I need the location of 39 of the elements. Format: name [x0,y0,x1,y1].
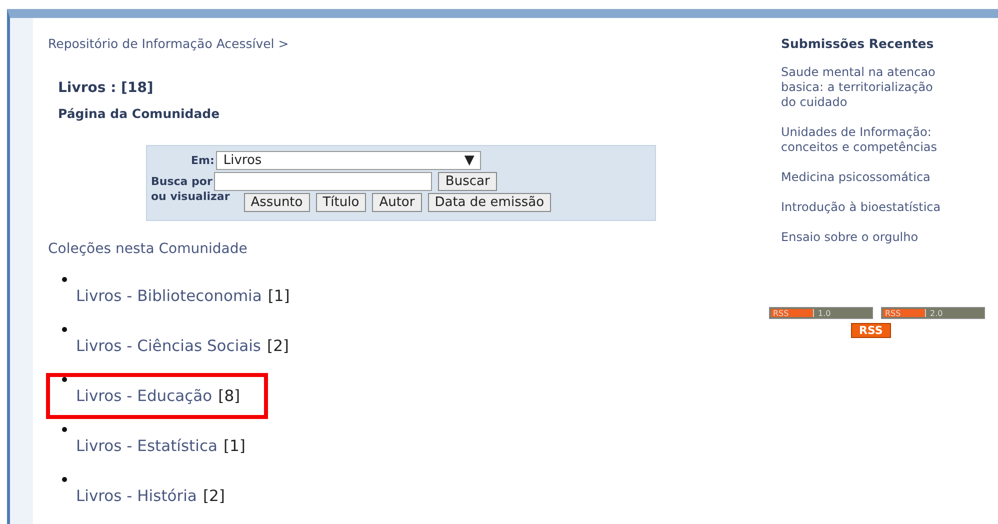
bullet-dot [62,377,67,382]
scope-dropdown[interactable]: Livros ▼ [216,151,482,170]
browse-button[interactable]: Assunto [244,193,310,212]
bullet-dot [62,427,67,432]
section-heading: Coleções nesta Comunidade [48,241,248,257]
page-subtitle: Página da Comunidade [58,106,220,121]
sidebar-heading: Submissões Recentes [781,36,934,51]
collection-link[interactable]: Livros - Biblioteconomia [1] [76,287,290,305]
item-count: [1] [223,437,246,455]
collection-link[interactable]: Livros - Estatística [1] [76,437,246,455]
collection-link[interactable]: Livros - Estatística [76,437,218,455]
item-count: [8] [218,387,240,405]
collection-link[interactable]: Livros - História [2] [76,487,225,505]
bullet-dot [62,477,67,482]
breadcrumb-link[interactable]: Repositório de Informação Acessível > [48,36,289,51]
search-label: Busca por [151,175,212,188]
collection-link[interactable]: Livros - Educação [76,387,212,405]
submission-link[interactable]: Introdução à bioestatística [781,200,941,215]
search-button[interactable]: Buscar [438,172,497,191]
collection-link[interactable]: Livros - Biblioteconomia [76,287,262,305]
submission-link[interactable]: Unidades de Informação: conceitos e competências [781,125,941,155]
submission-link[interactable]: Saude mental na atencao basica: a territorialização do cuidado [781,65,941,110]
page-title: Livros : [18] [58,80,154,96]
submission-link[interactable]: Medicina psicossomática [781,170,941,185]
search-field[interactable] [214,172,432,191]
item-count: [2] [267,337,289,355]
submission-link[interactable]: Ensaio sobre o orgulho [781,230,941,245]
bullet-dot [62,327,67,332]
scope-label: Em: [191,154,214,167]
browse-label: ou visualizar [151,190,230,203]
collection-link[interactable]: Livros - Ciências Sociais [76,337,262,355]
collection-link[interactable]: Livros - Ciências Sociais [2] [76,337,289,355]
collection-link[interactable]: Livros - História [76,487,197,505]
browse-button[interactable]: Título [316,193,366,212]
item-count: [2] [202,487,225,505]
bullet-dot [62,277,67,282]
item-count: [1] [268,287,290,305]
browse-button[interactable]: Data de emissão [428,193,552,212]
browse-button[interactable]: Autor [372,193,422,212]
